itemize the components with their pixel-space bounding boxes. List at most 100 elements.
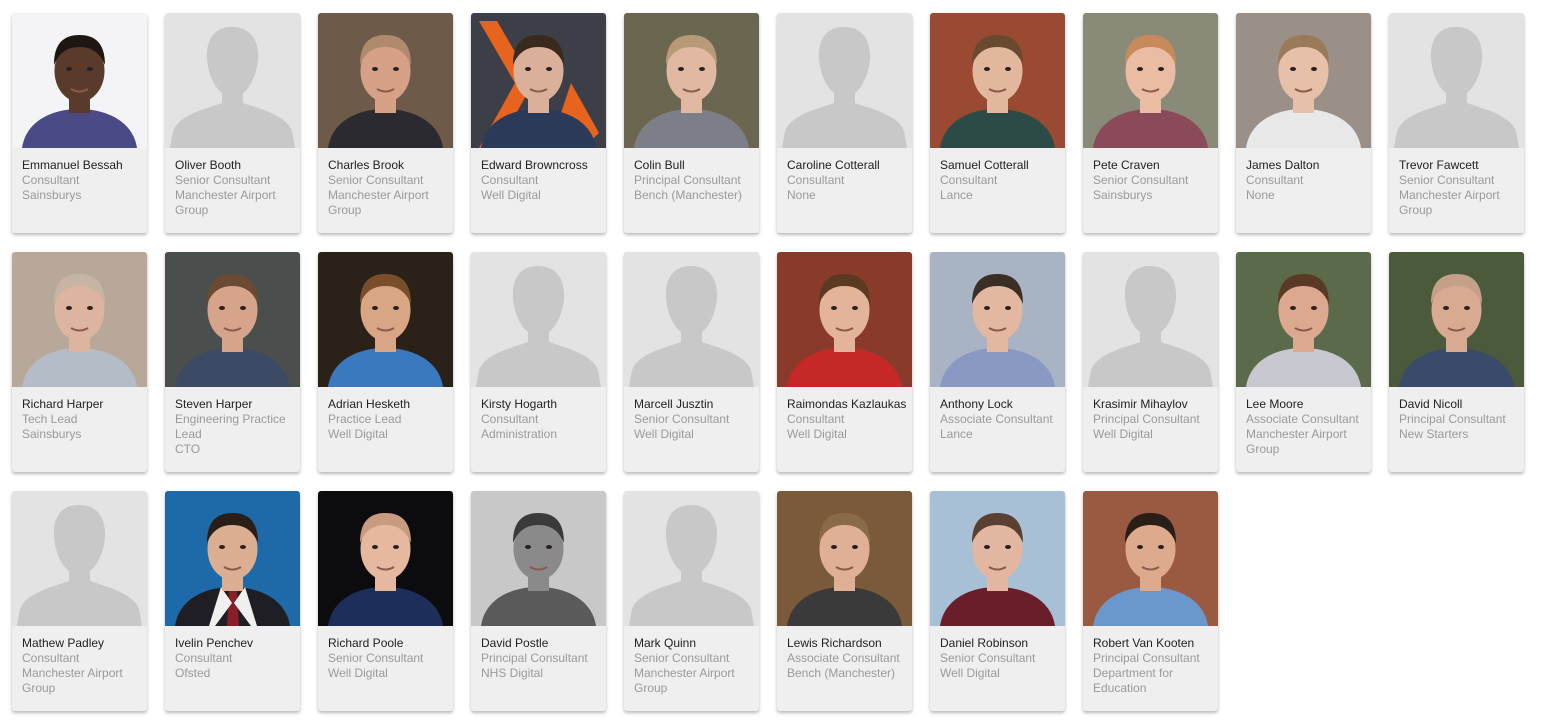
person-info: Mark Quinn Senior Consultant Manchester …	[624, 626, 759, 696]
person-info: Oliver Booth Senior Consultant Mancheste…	[165, 148, 300, 218]
profile-photo	[930, 491, 1065, 626]
person-info: David Nicoll Principal Consultant New St…	[1389, 387, 1524, 442]
person-role: Consultant	[481, 412, 539, 426]
person-client: Manchester Airport Group	[634, 666, 735, 695]
profile-photo	[930, 13, 1065, 148]
person-role: Principal Consultant	[1399, 412, 1506, 426]
person-card[interactable]: Kirsty Hogarth Consultant Administration	[471, 252, 606, 472]
person-name: Charles Brook	[328, 158, 405, 172]
person-client: Well Digital	[634, 427, 694, 441]
person-card[interactable]: Richard Harper Tech Lead Sainsburys	[12, 252, 147, 472]
person-client: Well Digital	[787, 427, 847, 441]
person-role: Senior Consultant	[1399, 173, 1495, 187]
person-client: Lance	[940, 427, 973, 441]
person-info: Adrian Hesketh Practice Lead Well Digita…	[318, 387, 453, 442]
person-name: Mathew Padley	[22, 636, 105, 650]
person-name: James Dalton	[1246, 158, 1320, 172]
person-info: Lewis Richardson Associate Consultant Be…	[777, 626, 912, 681]
person-name: Caroline Cotterall	[787, 158, 880, 172]
person-role: Senior Consultant	[1093, 173, 1189, 187]
person-client: Manchester Airport Group	[328, 188, 429, 217]
person-info: Samuel Cotterall Consultant Lance	[930, 148, 1065, 203]
person-info: Mathew Padley Consultant Manchester Airp…	[12, 626, 147, 696]
person-client: Lance	[940, 188, 973, 202]
person-info: Trevor Fawcett Senior Consultant Manches…	[1389, 148, 1524, 218]
person-card[interactable]: Oliver Booth Senior Consultant Mancheste…	[165, 13, 300, 233]
avatar-placeholder-icon	[471, 252, 606, 387]
profile-photo	[165, 491, 300, 626]
person-card[interactable]: Colin Bull Principal Consultant Bench (M…	[624, 13, 759, 233]
person-info: Edward Browncross Consultant Well Digita…	[471, 148, 606, 203]
person-info: James Dalton Consultant None	[1236, 148, 1371, 203]
person-name: Oliver Booth	[175, 158, 242, 172]
person-name: Edward Browncross	[481, 158, 588, 172]
profile-photo	[624, 13, 759, 148]
person-role: Senior Consultant	[940, 651, 1036, 665]
person-card[interactable]: James Dalton Consultant None	[1236, 13, 1371, 233]
person-role: Practice Lead	[328, 412, 402, 426]
person-info: Robert Van Kooten Principal Consultant D…	[1083, 626, 1218, 696]
person-info: Anthony Lock Associate Consultant Lance	[930, 387, 1065, 442]
person-card[interactable]: Mark Quinn Senior Consultant Manchester …	[624, 491, 759, 711]
person-role: Consultant	[175, 651, 233, 665]
person-client: New Starters	[1399, 427, 1469, 441]
person-name: Samuel Cotterall	[940, 158, 1029, 172]
person-card[interactable]: Anthony Lock Associate Consultant Lance	[930, 252, 1065, 472]
profile-photo	[165, 252, 300, 387]
person-client: Sainsburys	[22, 427, 82, 441]
person-card[interactable]: Steven Harper Engineering Practice Lead …	[165, 252, 300, 472]
person-client: Manchester Airport Group	[1399, 188, 1500, 217]
people-grid: Emmanuel Bessah Consultant Sainsburys Ol…	[0, 0, 1541, 713]
person-card[interactable]: Mathew Padley Consultant Manchester Airp…	[12, 491, 147, 711]
person-card[interactable]: Robert Van Kooten Principal Consultant D…	[1083, 491, 1218, 711]
person-info: Daniel Robinson Senior Consultant Well D…	[930, 626, 1065, 681]
person-card[interactable]: Edward Browncross Consultant Well Digita…	[471, 13, 606, 233]
person-card[interactable]: Daniel Robinson Senior Consultant Well D…	[930, 491, 1065, 711]
person-card[interactable]: David Postle Principal Consultant NHS Di…	[471, 491, 606, 711]
person-name: Lewis Richardson	[787, 636, 882, 650]
person-card[interactable]: Charles Brook Senior Consultant Manchest…	[318, 13, 453, 233]
person-card[interactable]: Lewis Richardson Associate Consultant Be…	[777, 491, 912, 711]
person-card[interactable]: Adrian Hesketh Practice Lead Well Digita…	[318, 252, 453, 472]
profile-photo	[12, 13, 147, 148]
person-card[interactable]: Krasimir Mihaylov Principal Consultant W…	[1083, 252, 1218, 472]
person-role: Consultant	[481, 173, 539, 187]
person-card[interactable]: Ivelin Penchev Consultant Ofsted	[165, 491, 300, 711]
person-info: Charles Brook Senior Consultant Manchest…	[318, 148, 453, 218]
person-role: Consultant	[940, 173, 998, 187]
person-name: Adrian Hesketh	[328, 397, 411, 411]
person-card[interactable]: Emmanuel Bessah Consultant Sainsburys	[12, 13, 147, 233]
person-name: Anthony Lock	[940, 397, 1013, 411]
person-role: Tech Lead	[22, 412, 78, 426]
person-role: Consultant	[22, 651, 80, 665]
person-card[interactable]: Raimondas Kazlaukas Consultant Well Digi…	[777, 252, 912, 472]
person-card[interactable]: David Nicoll Principal Consultant New St…	[1389, 252, 1524, 472]
profile-photo	[1236, 252, 1371, 387]
person-card[interactable]: Samuel Cotterall Consultant Lance	[930, 13, 1065, 233]
person-card[interactable]: Trevor Fawcett Senior Consultant Manches…	[1389, 13, 1524, 233]
person-client: NHS Digital	[481, 666, 544, 680]
person-role: Consultant	[22, 173, 80, 187]
person-client: None	[1246, 188, 1275, 202]
avatar-placeholder-icon	[12, 491, 147, 626]
person-card[interactable]: Pete Craven Senior Consultant Sainsburys	[1083, 13, 1218, 233]
person-name: Raimondas Kazlaukas	[787, 397, 907, 411]
person-card[interactable]: Richard Poole Senior Consultant Well Dig…	[318, 491, 453, 711]
avatar-placeholder-icon	[1389, 13, 1524, 148]
person-role: Principal Consultant	[1093, 651, 1200, 665]
person-card[interactable]: Lee Moore Associate Consultant Mancheste…	[1236, 252, 1371, 472]
person-name: Daniel Robinson	[940, 636, 1029, 650]
person-client: CTO	[175, 442, 201, 456]
person-card[interactable]: Marcell Jusztin Senior Consultant Well D…	[624, 252, 759, 472]
person-name: Robert Van Kooten	[1093, 636, 1195, 650]
profile-photo	[318, 13, 453, 148]
person-name: Krasimir Mihaylov	[1093, 397, 1188, 411]
person-client: Well Digital	[328, 666, 388, 680]
person-card[interactable]: Caroline Cotterall Consultant None	[777, 13, 912, 233]
profile-photo	[1083, 13, 1218, 148]
person-client: Bench (Manchester)	[787, 666, 896, 680]
person-client: Manchester Airport Group	[22, 666, 123, 695]
person-name: Steven Harper	[175, 397, 253, 411]
person-client: Manchester Airport Group	[1246, 427, 1347, 456]
person-role: Senior Consultant	[634, 651, 730, 665]
